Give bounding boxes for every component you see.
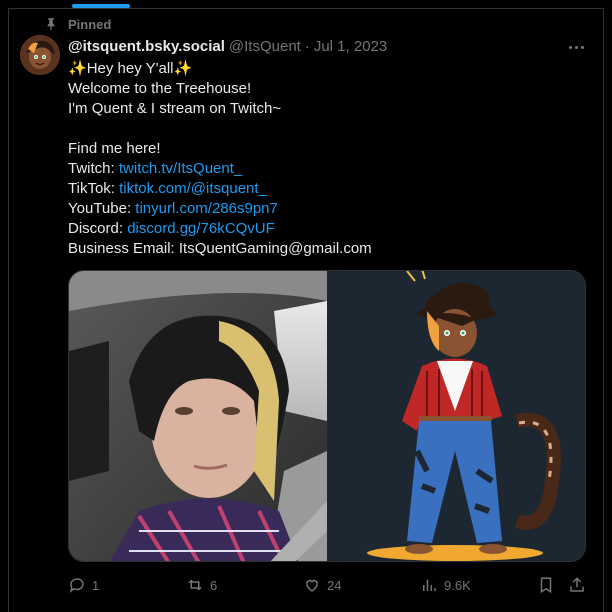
- post-text: ✨Hey hey Y'all✨ Welcome to the Treehouse…: [68, 59, 578, 259]
- link-label-youtube: YouTube:: [68, 200, 136, 217]
- sparkle-icon: ✨: [173, 60, 193, 77]
- photo-selfie[interactable]: [69, 271, 327, 561]
- link-label-twitch: Twitch:: [68, 160, 119, 177]
- pinned-indicator: Pinned: [44, 14, 111, 34]
- repost-icon: [188, 579, 202, 591]
- repost-button[interactable]: 6: [186, 576, 217, 594]
- welcome-text: Welcome to the Treehouse!: [68, 80, 252, 97]
- share-icon: [570, 577, 584, 592]
- display-name[interactable]: @itsquent.bsky.social: [68, 38, 225, 55]
- link-label-tiktok: TikTok:: [68, 180, 120, 197]
- bookmark-button[interactable]: [537, 576, 555, 594]
- post-date[interactable]: Jul 1, 2023: [314, 38, 387, 55]
- views-count: 9.6K: [444, 577, 471, 593]
- bookmark-icon: [540, 577, 552, 594]
- find-me-text: Find me here!: [68, 140, 161, 157]
- photo-character-art[interactable]: [327, 271, 585, 561]
- views-icon: [423, 579, 436, 591]
- link-discord[interactable]: discord.gg/76kCQvUF: [127, 220, 275, 237]
- action-bar: 1 6 24 9.6K: [68, 573, 586, 597]
- sparkle-icon: ✨: [68, 60, 87, 77]
- user-handle[interactable]: @ItsQuent: [229, 38, 301, 55]
- more-icon: [568, 45, 572, 49]
- link-twitch[interactable]: twitch.tv/ItsQuent_: [119, 160, 242, 177]
- repost-count: 6: [210, 577, 218, 593]
- like-count: 24: [327, 577, 342, 593]
- views-button[interactable]: 9.6K: [420, 576, 471, 594]
- separator-dot: ·: [304, 38, 310, 55]
- link-youtube[interactable]: tinyurl.com/286s9pn7: [135, 200, 278, 217]
- pin-icon: [47, 18, 55, 31]
- business-email-text: Business Email: ItsQuentGaming@gmail.com: [68, 240, 372, 257]
- reply-icon: [69, 578, 84, 593]
- share-button[interactable]: [568, 576, 586, 594]
- reply-count: 1: [92, 577, 100, 593]
- avatar[interactable]: [20, 35, 60, 75]
- active-tab-indicator: [72, 4, 130, 8]
- link-label-discord: Discord:: [68, 220, 128, 237]
- pinned-label: Pinned: [68, 16, 112, 32]
- media-grid: [68, 270, 586, 562]
- like-button[interactable]: 24: [303, 576, 341, 594]
- post-header: @itsquent.bsky.social @ItsQuent · Jul 1,…: [68, 38, 387, 55]
- more-options-button[interactable]: [566, 38, 586, 56]
- greeting-text: Hey hey Y'all: [86, 60, 174, 77]
- reply-button[interactable]: 1: [68, 576, 99, 594]
- link-tiktok[interactable]: tiktok.com/@itsquent_: [119, 180, 267, 197]
- intro-text: I'm Quent & I stream on Twitch~: [68, 100, 282, 117]
- like-icon: [305, 579, 319, 592]
